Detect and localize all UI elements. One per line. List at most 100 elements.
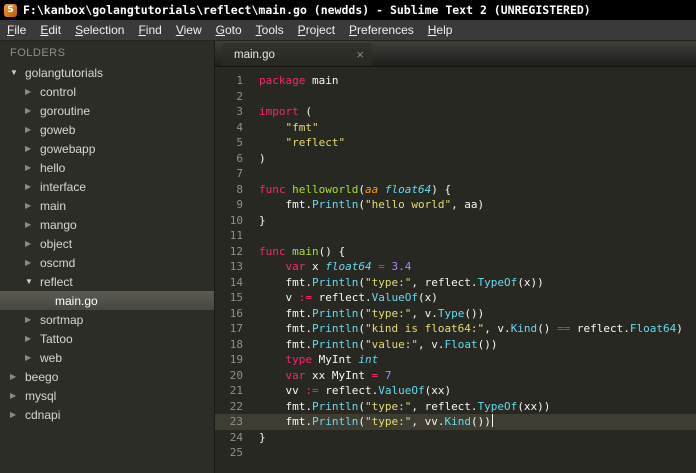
folders-header: FOLDERS xyxy=(10,47,66,59)
sidebar-item-gowebapp[interactable]: ▶ gowebapp xyxy=(0,139,214,158)
menu-bar: File Edit Selection Find View Goto Tools Projec… xyxy=(0,20,696,41)
tree-item-label: gowebapp xyxy=(40,141,96,156)
menu-file[interactable]: File xyxy=(0,20,33,40)
sidebar-item-interface[interactable]: ▶ interface xyxy=(0,177,214,196)
sidebar-item-main-go[interactable]: main.go xyxy=(0,291,214,310)
code-line-13[interactable]: 13 var x float64 = 3.4 xyxy=(215,259,696,275)
sidebar-item-cdnapi[interactable]: ▶ cdnapi xyxy=(0,405,214,424)
sidebar-item-main[interactable]: ▶ main xyxy=(0,196,214,215)
tab-main-go[interactable]: main.go × xyxy=(222,43,372,66)
line-number: 25 xyxy=(229,446,243,459)
chevron-right-icon[interactable]: ▶ xyxy=(25,315,38,324)
sidebar-item-sortmap[interactable]: ▶ sortmap xyxy=(0,310,214,329)
menu-view[interactable]: View xyxy=(169,20,209,40)
sidebar-item-mysql[interactable]: ▶ mysql xyxy=(0,386,214,405)
sidebar-item-control[interactable]: ▶ control xyxy=(0,82,214,101)
chevron-right-icon[interactable]: ▶ xyxy=(25,182,38,191)
chevron-right-icon[interactable]: ▶ xyxy=(10,391,23,400)
code-line-22[interactable]: 22 fmt.Println("type:", reflect.TypeOf(x… xyxy=(215,399,696,415)
chevron-right-icon[interactable]: ▶ xyxy=(25,125,38,134)
code-area[interactable]: 1 package main 2 3 import (4 "fmt" 5 "reflect… xyxy=(215,67,696,473)
sidebar-item-goroutine[interactable]: ▶ goroutine xyxy=(0,101,214,120)
sidebar-item-beego[interactable]: ▶ beego xyxy=(0,367,214,386)
menu-help[interactable]: Help xyxy=(421,20,460,40)
line-number: 24 xyxy=(229,430,243,444)
code-line-18[interactable]: 18 fmt.Println("value:", v.Float()) xyxy=(215,337,696,353)
sidebar-item-reflect[interactable]: ▼ reflect xyxy=(0,272,214,291)
code-line-10[interactable]: 10} xyxy=(215,213,696,229)
tree-item-label: main xyxy=(40,198,67,213)
sidebar-item-golangtutorials[interactable]: ▼ golangtutorials xyxy=(0,63,214,82)
menu-goto[interactable]: Goto xyxy=(209,20,249,40)
sidebar-item-hello[interactable]: ▶ hello xyxy=(0,158,214,177)
code-line-15[interactable]: 15 v := reflect.ValueOf(x) xyxy=(215,290,696,306)
sidebar-item-goweb[interactable]: ▶ goweb xyxy=(0,120,214,139)
sidebar-item-mango[interactable]: ▶ mango xyxy=(0,215,214,234)
tab-close-icon[interactable]: × xyxy=(356,48,364,61)
menu-tools[interactable]: Tools xyxy=(249,20,291,40)
chevron-right-icon[interactable]: ▶ xyxy=(25,87,38,96)
menu-find[interactable]: Find xyxy=(131,20,168,40)
code-line-6[interactable]: 6) xyxy=(215,151,696,167)
chevron-right-icon[interactable]: ▶ xyxy=(25,353,38,362)
code-text: vv := reflect.ValueOf(xx) xyxy=(259,384,452,397)
code-line-11[interactable]: 11 xyxy=(215,228,696,244)
code-text: func helloworld(aa float64) { xyxy=(259,182,452,196)
code-line-20[interactable]: 20 var xx MyInt = 7 xyxy=(215,368,696,384)
code-line-4[interactable]: 4 "fmt" xyxy=(215,120,696,136)
chevron-right-icon[interactable]: ▶ xyxy=(25,239,38,248)
sidebar-item-web[interactable]: ▶ web xyxy=(0,348,214,367)
menu-selection[interactable]: Selection xyxy=(68,20,131,40)
chevron-right-icon[interactable]: ▶ xyxy=(25,106,38,115)
line-number: 21 xyxy=(229,384,243,397)
code-line-17[interactable]: 17 fmt.Println("kind is float64:", v.Kin… xyxy=(215,321,696,337)
window-title: F:\kanbox\golangtutorials\reflect\main.g… xyxy=(23,3,591,17)
code-line-7[interactable]: 7 xyxy=(215,166,696,182)
code-line-16[interactable]: 16 fmt.Println("type:", v.Type()) xyxy=(215,306,696,322)
sublime-app-icon: S xyxy=(4,3,17,17)
sublime-text-window: S F:\kanbox\golangtutorials\reflect\main… xyxy=(0,0,696,473)
code-text: import ( xyxy=(259,105,312,118)
code-line-12[interactable]: 12 func main() { xyxy=(215,244,696,260)
chevron-right-icon[interactable]: ▶ xyxy=(25,163,38,172)
chevron-right-icon[interactable]: ▶ xyxy=(25,201,38,210)
code-line-2[interactable]: 2 xyxy=(215,89,696,105)
menu-preferences[interactable]: Preferences xyxy=(342,20,421,40)
code-line-9[interactable]: 9 fmt.Println("hello world", aa) xyxy=(215,197,696,213)
line-number: 9 xyxy=(236,198,243,211)
chevron-right-icon[interactable]: ▶ xyxy=(25,220,38,229)
tree-item-label: sortmap xyxy=(40,312,84,327)
chevron-down-icon[interactable]: ▼ xyxy=(25,277,38,286)
chevron-right-icon[interactable]: ▶ xyxy=(10,372,23,381)
code-line-14[interactable]: 14 fmt.Println("type:", reflect.TypeOf(x… xyxy=(215,275,696,291)
tab-label: main.go xyxy=(234,48,275,61)
chevron-right-icon[interactable]: ▶ xyxy=(25,144,38,153)
line-number: 17 xyxy=(229,322,243,335)
code-line-3[interactable]: 3 import ( xyxy=(215,104,696,120)
sidebar-item-object[interactable]: ▶ object xyxy=(0,234,214,253)
code-text: fmt.Println("hello world", aa) xyxy=(259,198,485,211)
chevron-right-icon[interactable]: ▶ xyxy=(25,258,38,267)
code-line-5[interactable]: 5 "reflect" xyxy=(215,135,696,151)
chevron-right-icon[interactable]: ▶ xyxy=(10,410,23,419)
line-number: 8 xyxy=(236,182,243,196)
chevron-down-icon[interactable]: ▼ xyxy=(10,68,23,77)
sidebar-item-oscmd[interactable]: ▶ oscmd xyxy=(0,253,214,272)
code-line-8[interactable]: 8 func helloworld(aa float64) { xyxy=(215,182,696,198)
menu-edit[interactable]: Edit xyxy=(33,20,68,40)
code-text: fmt.Println("type:", reflect.TypeOf(x)) xyxy=(259,275,544,289)
sidebar: FOLDERS ▼ golangtutorials ▶ control ▶ gorouti… xyxy=(0,41,215,473)
menu-project[interactable]: Project xyxy=(291,20,342,40)
code-line-19[interactable]: 19 type MyInt int xyxy=(215,352,696,368)
code-line-25[interactable]: 25 xyxy=(215,445,696,461)
code-line-1[interactable]: 1 package main xyxy=(215,73,696,89)
code-text: "fmt" xyxy=(285,120,319,134)
code-line-23[interactable]: 23 fmt.Println("type:", vv.Kind()) xyxy=(215,414,696,430)
line-number: 14 xyxy=(229,275,243,289)
code-line-21[interactable]: 21 vv := reflect.ValueOf(xx) xyxy=(215,383,696,399)
code-line-24[interactable]: 24} xyxy=(215,430,696,446)
line-number: 10 xyxy=(229,213,243,227)
tree-item-label: mysql xyxy=(25,388,57,403)
chevron-right-icon[interactable]: ▶ xyxy=(25,334,38,343)
sidebar-item-tattoo[interactable]: ▶ Tattoo xyxy=(0,329,214,348)
